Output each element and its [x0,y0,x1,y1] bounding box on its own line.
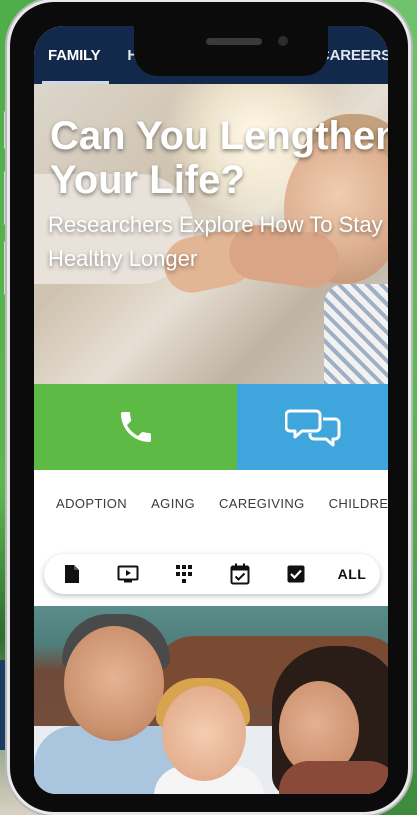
chat-bubbles-icon [284,409,340,447]
category-caregiving[interactable]: CAREGIVING [219,496,305,520]
family-photo-dad-face [64,626,164,741]
grid-icon [176,565,192,583]
hero-text: Can You Lengthen Your Life? Researchers … [48,114,388,276]
filter-apps[interactable] [156,564,212,584]
family-photo-mom-shirt [279,761,388,794]
video-icon [117,565,139,583]
family-photo[interactable] [34,606,388,794]
category-chips: ADOPTION AGING CAREGIVING CHILDREN [34,496,388,520]
contact-actions [34,384,388,470]
filter-documents[interactable] [44,564,100,584]
tab-careers[interactable]: CAREERS [319,47,388,84]
filter-videos[interactable] [100,565,156,583]
front-camera [278,36,288,46]
category-aging[interactable]: AGING [151,496,195,520]
chat-button[interactable] [237,384,388,470]
phone-notch [134,26,328,76]
filter-all[interactable]: ALL [324,566,380,582]
category-children[interactable]: CHILDREN [329,496,388,520]
phone-screen: FAMILY HEALTH FINANCIAL CAREERS Can You … [34,26,388,794]
document-icon [65,565,79,583]
content-type-filter: ALL [44,554,380,594]
hero-photo-shirt [324,284,388,384]
checkbox-icon [287,565,305,583]
speaker-grille [206,38,262,45]
call-button[interactable] [34,384,237,470]
hero-subtitle: Researchers Explore How To Stay Healthy … [48,212,383,271]
phone-icon [120,412,151,442]
family-photo-child-face [162,686,246,781]
phone-frame: FAMILY HEALTH FINANCIAL CAREERS Can You … [10,2,408,812]
category-adoption[interactable]: ADOPTION [56,496,127,520]
tab-family[interactable]: FAMILY [41,47,113,84]
calendar-check-icon [230,563,250,585]
filter-checklists[interactable] [268,565,324,583]
filter-all-label: ALL [337,566,367,582]
filter-events[interactable] [212,563,268,585]
hero-banner[interactable]: Can You Lengthen Your Life? Researchers … [34,84,388,384]
hero-title: Can You Lengthen Your Life? [50,114,388,202]
